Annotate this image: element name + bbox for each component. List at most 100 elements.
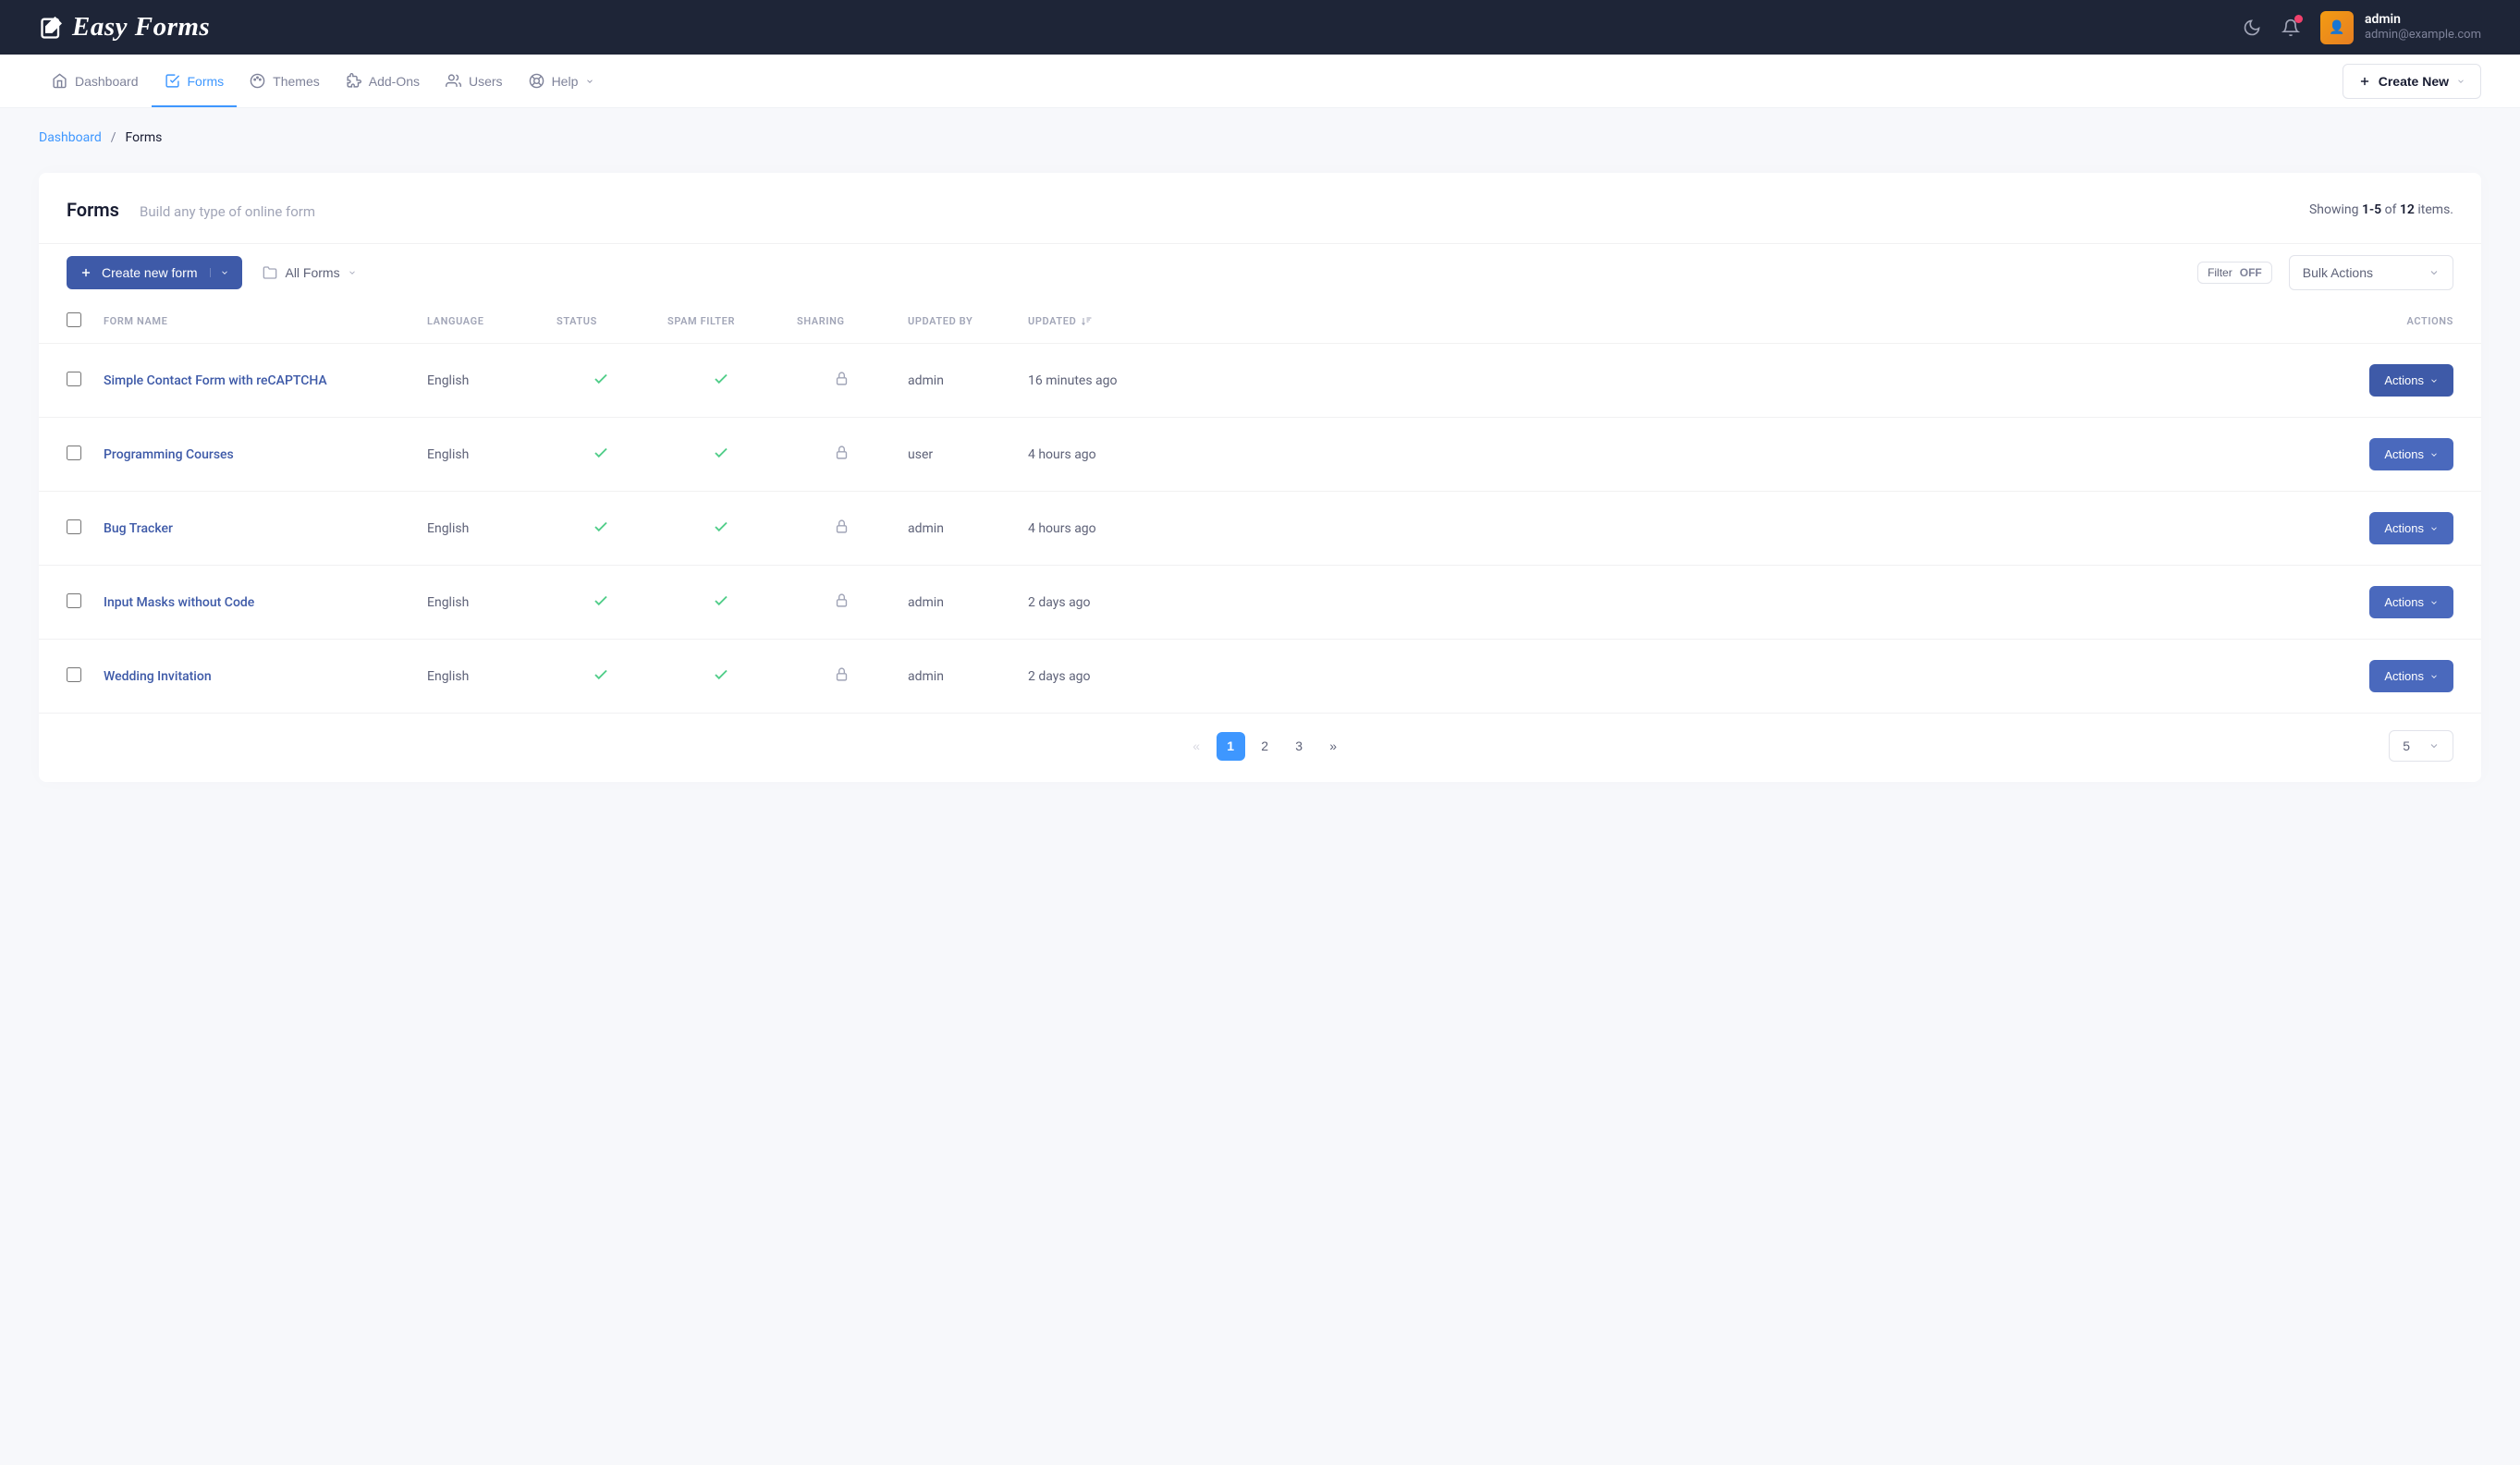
notification-dot bbox=[2294, 15, 2303, 23]
row-checkbox[interactable] bbox=[67, 372, 81, 386]
check-icon bbox=[713, 666, 729, 683]
cell-sharing bbox=[786, 418, 897, 492]
row-checkbox[interactable] bbox=[67, 593, 81, 608]
lock-icon bbox=[834, 445, 850, 460]
col-spam[interactable]: Spam Filter bbox=[656, 299, 786, 344]
row-actions-button[interactable]: Actions bbox=[2369, 364, 2453, 397]
cell-status bbox=[545, 418, 656, 492]
col-updated[interactable]: Updated bbox=[1017, 299, 1174, 344]
nav-users[interactable]: Users bbox=[433, 55, 516, 107]
cell-updated-by: admin bbox=[897, 344, 1017, 418]
create-new-button[interactable]: Create New bbox=[2343, 64, 2481, 99]
page-size-select[interactable]: 5 bbox=[2389, 730, 2453, 762]
col-language[interactable]: Language bbox=[416, 299, 545, 344]
brand-icon bbox=[39, 15, 65, 41]
cell-spam bbox=[656, 418, 786, 492]
cell-sharing bbox=[786, 492, 897, 566]
cell-status bbox=[545, 492, 656, 566]
results-summary: Showing 1-5 of 12 items. bbox=[2309, 202, 2453, 217]
cell-language: English bbox=[416, 344, 545, 418]
theme-toggle[interactable] bbox=[2243, 18, 2261, 37]
form-link[interactable]: Simple Contact Form with reCAPTCHA bbox=[104, 373, 327, 388]
pager-next[interactable]: » bbox=[1319, 732, 1348, 761]
cell-language: English bbox=[416, 492, 545, 566]
row-actions-button[interactable]: Actions bbox=[2369, 512, 2453, 544]
row-checkbox[interactable] bbox=[67, 667, 81, 682]
create-form-dropdown[interactable] bbox=[210, 268, 229, 277]
puzzle-icon bbox=[346, 73, 361, 89]
check-icon bbox=[593, 445, 609, 461]
notifications-button[interactable] bbox=[2281, 18, 2300, 37]
row-actions-button[interactable]: Actions bbox=[2369, 660, 2453, 692]
chevron-down-icon bbox=[2429, 376, 2439, 385]
form-link[interactable]: Wedding Invitation bbox=[104, 669, 212, 684]
row-checkbox[interactable] bbox=[67, 446, 81, 460]
cell-spam bbox=[656, 492, 786, 566]
table-row: Wedding InvitationEnglishadmin2 days ago… bbox=[39, 640, 2481, 714]
chevron-down-icon bbox=[2428, 267, 2440, 278]
toolbar: Create new form All Forms Filter OFF bbox=[39, 243, 2481, 299]
user-menu[interactable]: 👤 admin admin@example.com bbox=[2320, 11, 2481, 44]
check-icon bbox=[713, 592, 729, 609]
home-icon bbox=[52, 73, 67, 89]
select-all-checkbox[interactable] bbox=[67, 312, 81, 327]
chevron-down-icon bbox=[2428, 740, 2440, 751]
pager-page-3[interactable]: 3 bbox=[1285, 732, 1314, 761]
check-icon bbox=[713, 519, 729, 535]
create-form-button[interactable]: Create new form bbox=[67, 256, 242, 289]
pagination: «123» bbox=[1182, 732, 1348, 761]
cell-status bbox=[545, 344, 656, 418]
nav-forms[interactable]: Forms bbox=[152, 55, 238, 107]
main-content: Dashboard / Forms Forms Build any type o… bbox=[0, 108, 2520, 819]
nav-dashboard[interactable]: Dashboard bbox=[39, 55, 152, 107]
chevron-down-icon bbox=[585, 77, 594, 86]
pager-prev[interactable]: « bbox=[1182, 732, 1211, 761]
breadcrumb-dashboard[interactable]: Dashboard bbox=[39, 130, 102, 145]
nav-left: DashboardFormsThemesAdd-OnsUsersHelp bbox=[39, 55, 607, 107]
user-email: admin@example.com bbox=[2365, 28, 2481, 43]
col-sharing[interactable]: Sharing bbox=[786, 299, 897, 344]
pager-page-1[interactable]: 1 bbox=[1217, 732, 1245, 761]
form-link[interactable]: Input Masks without Code bbox=[104, 595, 254, 610]
pager-page-2[interactable]: 2 bbox=[1251, 732, 1279, 761]
col-status[interactable]: Status bbox=[545, 299, 656, 344]
plus-icon bbox=[80, 266, 92, 279]
form-link[interactable]: Programming Courses bbox=[104, 447, 234, 462]
header-right: 👤 admin admin@example.com bbox=[2243, 11, 2481, 44]
nav-themes[interactable]: Themes bbox=[237, 55, 333, 107]
col-name[interactable]: Form Name bbox=[92, 299, 416, 344]
user-name: admin bbox=[2365, 12, 2481, 28]
row-actions-button[interactable]: Actions bbox=[2369, 586, 2453, 618]
nav-help[interactable]: Help bbox=[516, 55, 608, 107]
check-icon bbox=[593, 592, 609, 609]
cell-sharing bbox=[786, 344, 897, 418]
brand-name: Easy Forms bbox=[72, 12, 210, 43]
avatar: 👤 bbox=[2320, 11, 2354, 44]
chevron-down-icon bbox=[220, 268, 229, 277]
chevron-down-icon bbox=[2429, 672, 2439, 681]
user-text: admin admin@example.com bbox=[2365, 12, 2481, 42]
card-title-group: Forms Build any type of online form bbox=[67, 199, 315, 221]
nav-add-ons[interactable]: Add-Ons bbox=[333, 55, 433, 107]
lifebuoy-icon bbox=[529, 73, 544, 89]
bulk-actions-select[interactable]: Bulk Actions bbox=[2289, 255, 2453, 290]
users-icon bbox=[446, 73, 461, 89]
chevron-down-icon bbox=[2456, 77, 2465, 86]
col-updated-by[interactable]: Updated By bbox=[897, 299, 1017, 344]
sort-desc-icon bbox=[1082, 316, 1093, 327]
form-link[interactable]: Bug Tracker bbox=[104, 521, 173, 536]
check-icon bbox=[593, 666, 609, 683]
filter-toggle[interactable]: Filter OFF bbox=[2197, 262, 2272, 284]
cell-status bbox=[545, 640, 656, 714]
palette-icon bbox=[250, 73, 265, 89]
row-checkbox[interactable] bbox=[67, 519, 81, 534]
table-row: Programming CoursesEnglishuser4 hours ag… bbox=[39, 418, 2481, 492]
breadcrumb-separator: / bbox=[111, 130, 116, 145]
page-title: Forms bbox=[67, 199, 119, 221]
cell-updated-by: user bbox=[897, 418, 1017, 492]
row-actions-button[interactable]: Actions bbox=[2369, 438, 2453, 470]
folder-filter[interactable]: All Forms bbox=[263, 265, 356, 280]
check-icon bbox=[593, 519, 609, 535]
cell-updated: 2 days ago bbox=[1017, 566, 1174, 640]
chevron-down-icon bbox=[2429, 450, 2439, 459]
